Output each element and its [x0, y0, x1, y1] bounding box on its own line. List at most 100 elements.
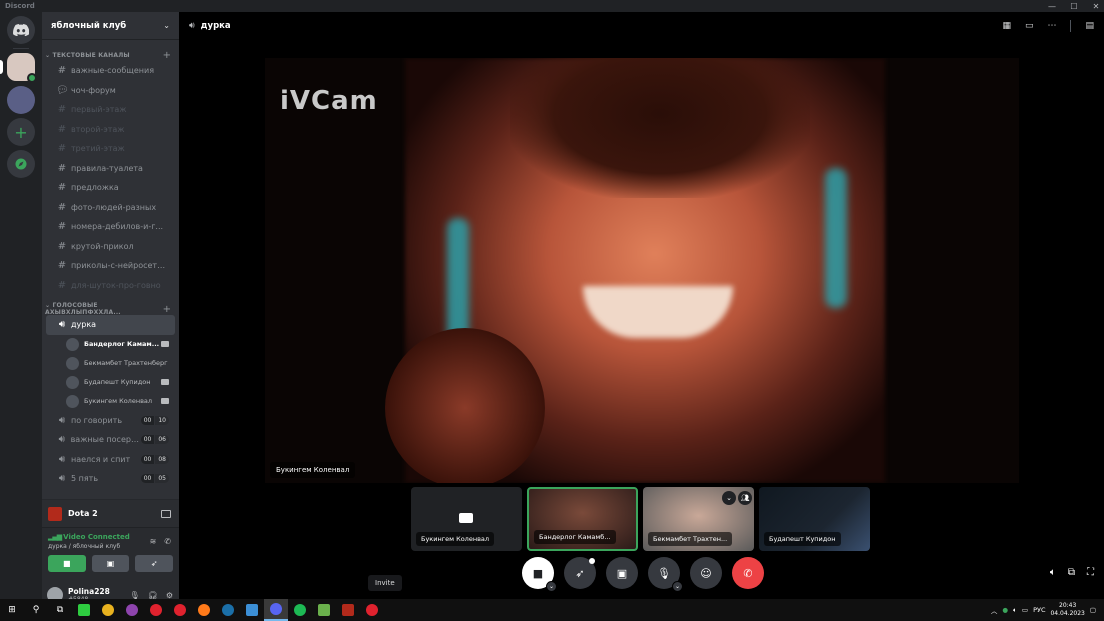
hash-icon: # — [57, 221, 67, 233]
screen-share-button[interactable]: ▣ — [606, 557, 638, 589]
voice-member[interactable]: Бандерлог Камам... — [42, 335, 179, 354]
monitor-icon[interactable] — [161, 509, 171, 518]
task-view-button[interactable]: ⧉ — [48, 599, 72, 621]
voice-channel-active[interactable]: 🔊︎ дурка — [46, 315, 175, 335]
participant-tile[interactable]: Будапешт Купидон — [759, 487, 870, 551]
focused-video-stream[interactable]: iVCam Букингем Коленвал — [265, 58, 1019, 483]
volume-icon[interactable]: 🔈︎ — [1013, 606, 1017, 615]
category-voice[interactable]: ⌄ ГОЛОСОВЫЕ АХЫВХЛЫПФХХЛА... + — [42, 302, 179, 316]
text-channel[interactable]: # первый-этаж — [46, 100, 175, 120]
taskbar-app[interactable] — [336, 599, 360, 621]
minimize-button[interactable]: — — [1044, 0, 1060, 12]
view-controls: 🔈︎ ⧉ ⛶ — [1050, 567, 1094, 578]
server-folder[interactable] — [7, 86, 35, 114]
grid-layout-icon[interactable]: ▦ — [1002, 21, 1011, 31]
text-channel[interactable]: # для-шуток-про-говно — [46, 276, 175, 296]
close-button[interactable]: ✕ — [1088, 0, 1104, 12]
more-options-icon[interactable]: ⋯ — [1047, 21, 1056, 31]
chat-icon[interactable]: ▤ — [1085, 21, 1094, 31]
call-channel-title: дурка — [200, 21, 231, 31]
screen-share-button[interactable]: ▣ — [91, 555, 130, 572]
add-server-button[interactable]: + — [7, 118, 35, 146]
voice-member[interactable]: Букингем Коленвал — [42, 392, 179, 411]
text-channel[interactable]: # фото-людей-разных — [46, 198, 175, 218]
activity-launch-button[interactable]: ➶ — [135, 555, 174, 572]
taskbar-app[interactable] — [96, 599, 120, 621]
search-button[interactable]: ⚲ — [24, 599, 48, 621]
home-button[interactable] — [7, 16, 35, 44]
text-channel[interactable]: # третий-этаж — [46, 139, 175, 159]
server-icon-yablochny-klub[interactable] — [7, 53, 37, 83]
category-label: ⌄ ТЕКСТОВЫЕ КАНАЛЫ — [45, 51, 130, 59]
explore-servers-button[interactable] — [7, 150, 35, 178]
soundboard-button[interactable]: ☺ — [690, 557, 722, 589]
text-channel[interactable]: # второй-этаж — [46, 120, 175, 140]
fullscreen-icon[interactable]: ⛶ — [1087, 567, 1094, 578]
voice-member[interactable]: Бекмамбет Трахтенберг — [42, 354, 179, 373]
language-indicator[interactable]: РУС — [1033, 606, 1045, 614]
participant-tile[interactable]: ⌄ 👥︎ Бекмамбет Трахтен... — [643, 487, 754, 551]
voice-channel[interactable]: 🔊︎ 5 пять 00 05 — [46, 469, 175, 489]
taskbar-app[interactable] — [216, 599, 240, 621]
invite-tooltip: Invite — [368, 575, 402, 591]
text-channel[interactable]: # правила-туалета — [46, 159, 175, 179]
noise-suppression-icon[interactable]: ≋ — [150, 537, 157, 546]
taskbar-app[interactable] — [72, 599, 96, 621]
channel-list[interactable]: ⌄ ТЕКСТОВЫЕ КАНАЛЫ + # важные-сообщения 💬︎… — [42, 41, 179, 497]
participant-tile[interactable]: Букингем Коленвал — [411, 487, 522, 551]
collapse-chevron-icon[interactable]: ⌄ — [722, 491, 736, 505]
voice-channel[interactable]: 🔊︎ наелся и спит 00 08 — [46, 450, 175, 470]
notifications-icon[interactable]: ▢ — [1090, 606, 1096, 614]
taskbar-app[interactable] — [168, 599, 192, 621]
video-call-area: 🔊︎ дурка ▦ ▭ ⋯ ▤ iVCam Букингем Коленвал… — [179, 12, 1104, 599]
tray-app-icon[interactable]: ● — [1002, 606, 1008, 614]
camera-options-chevron-icon[interactable]: ⌄ — [546, 581, 557, 592]
inbox-icon[interactable]: ▭ — [1025, 21, 1034, 31]
text-channel[interactable]: # важные-сообщения — [46, 61, 175, 81]
participant-tile[interactable]: Бандерлог Камамб... — [527, 487, 638, 551]
text-channel[interactable]: 💬︎ чоч-форум — [46, 81, 175, 101]
category-text[interactable]: ⌄ ТЕКСТОВЫЕ КАНАЛЫ + — [42, 49, 179, 61]
app-icon — [318, 604, 330, 616]
participants-icon[interactable]: 👥︎ — [738, 491, 752, 505]
voice-channel[interactable]: 🔊︎ важные посеру... 00 06 — [46, 430, 175, 450]
taskbar-app[interactable] — [240, 599, 264, 621]
server-header[interactable]: яблочный клуб ⌄ — [42, 12, 179, 40]
taskbar-app[interactable] — [360, 599, 384, 621]
disconnect-button[interactable]: ✆ — [732, 557, 764, 589]
start-button[interactable]: ⊞ — [0, 599, 24, 621]
network-icon[interactable]: ▭ — [1022, 606, 1028, 614]
create-channel-icon[interactable]: + — [163, 50, 171, 61]
text-channel[interactable]: # приколы-с-нейросетя... — [46, 256, 175, 276]
taskbar-app-discord[interactable] — [264, 599, 288, 621]
camera-toggle-button[interactable]: ■ — [48, 555, 86, 572]
disconnect-icon[interactable]: ✆ — [164, 537, 171, 546]
activity-bar[interactable]: Dota 2 — [42, 499, 179, 527]
signal-icon: ▂▄▆ — [48, 533, 62, 541]
voice-channel[interactable]: 🔊︎ по говорить 00 10 — [46, 411, 175, 431]
mute-button[interactable]: 🎙︎ ⌄ — [648, 557, 683, 592]
avatar — [66, 337, 79, 351]
tray-chevron-icon[interactable]: ︿ — [991, 605, 998, 615]
discord-icon — [270, 603, 282, 615]
mic-options-chevron-icon[interactable]: ⌄ — [672, 581, 683, 592]
taskbar-app[interactable] — [312, 599, 336, 621]
clock[interactable]: 20:43 04.04.2023 — [1050, 602, 1084, 618]
create-channel-icon[interactable]: + — [163, 304, 171, 315]
header-divider — [1070, 20, 1072, 32]
voice-member[interactable]: Будапешт Купидон — [42, 373, 179, 392]
popout-icon[interactable]: ⧉ — [1068, 567, 1075, 578]
text-channel[interactable]: # номера-дебилов-и-г... — [46, 217, 175, 237]
taskbar-app[interactable] — [288, 599, 312, 621]
activities-button[interactable]: ➶ — [564, 557, 596, 589]
taskbar-app[interactable] — [192, 599, 216, 621]
camera-icon — [161, 379, 169, 385]
maximize-button[interactable]: ☐ — [1066, 0, 1082, 12]
volume-icon[interactable]: 🔈︎ — [1050, 567, 1056, 578]
rocket-icon: ➶ — [150, 559, 158, 568]
camera-button[interactable]: ■ ⌄ — [522, 557, 557, 592]
text-channel[interactable]: # предложка — [46, 178, 175, 198]
taskbar-app[interactable] — [144, 599, 168, 621]
taskbar-app[interactable] — [120, 599, 144, 621]
text-channel[interactable]: # крутой-прикол — [46, 237, 175, 257]
